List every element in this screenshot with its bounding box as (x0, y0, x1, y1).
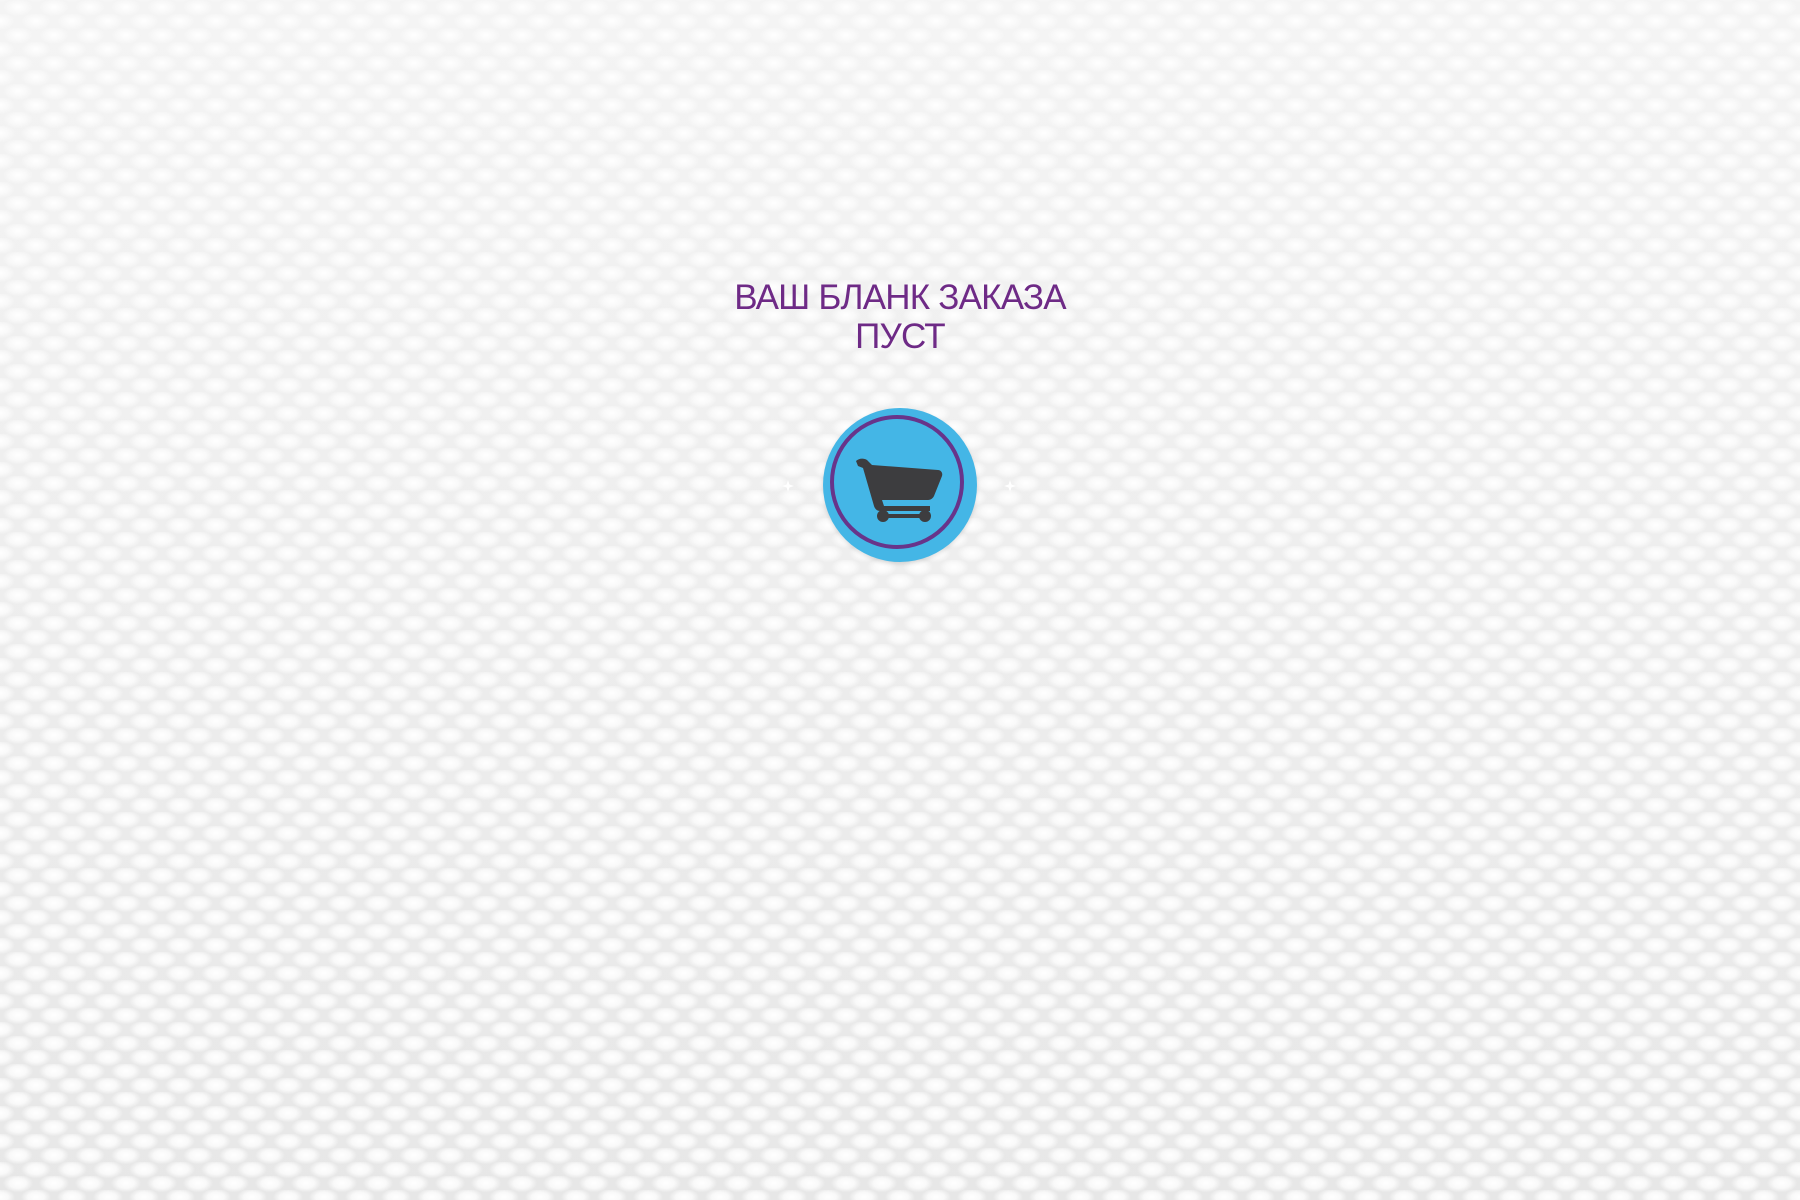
empty-cart-badge (823, 408, 977, 562)
empty-cart-title-line-1: ВАШ БЛАНК ЗАКАЗА (734, 278, 1066, 317)
shopping-cart-icon (856, 458, 943, 522)
empty-cart-title: ВАШ БЛАНК ЗАКАЗА ПУСТ (670, 278, 1130, 356)
right-sparkle-icon (1004, 480, 1016, 492)
empty-cart-title-line-2: ПУСТ (855, 317, 945, 356)
empty-cart-message: ВАШ БЛАНК ЗАКАЗА ПУСТ (0, 278, 1800, 356)
left-sparkle-icon (782, 480, 794, 492)
empty-cart-page: ВАШ БЛАНК ЗАКАЗА ПУСТ (0, 0, 1800, 1200)
